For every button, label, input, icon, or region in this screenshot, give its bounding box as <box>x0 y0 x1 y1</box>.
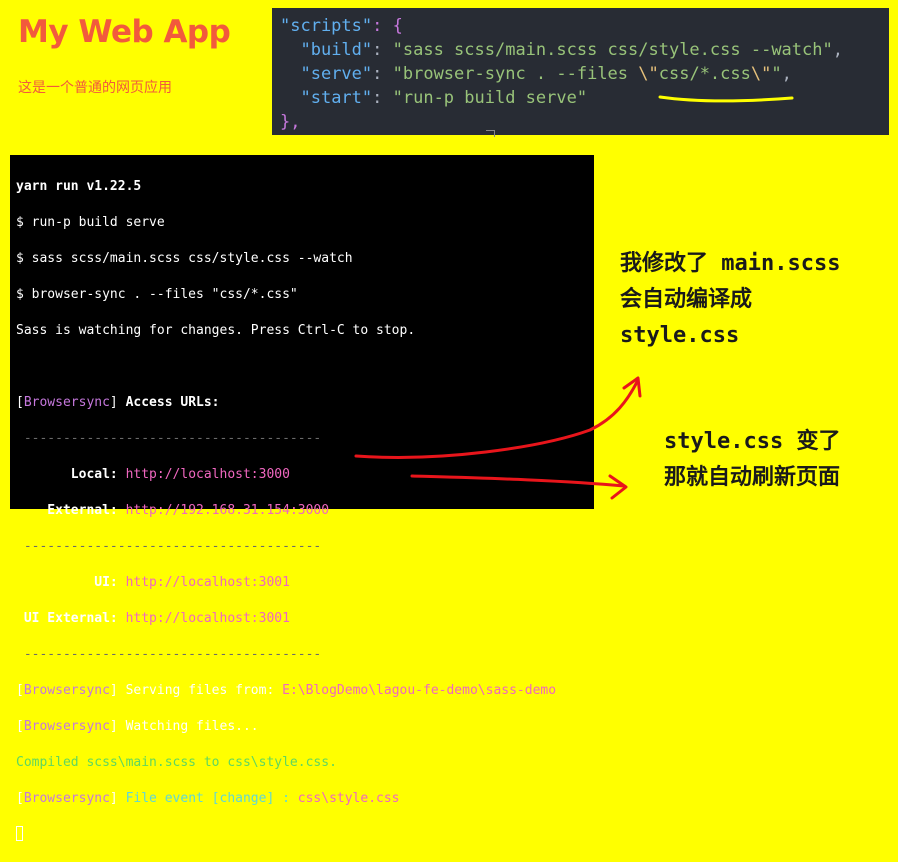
terminal-blank <box>16 358 594 376</box>
escape-quote-close: \" <box>750 64 772 84</box>
colon: : <box>372 40 393 60</box>
bracket: ] <box>109 719 118 734</box>
separator: -------------------------------------- <box>16 539 322 554</box>
ui-url[interactable]: http://localhost:3001 <box>126 575 290 590</box>
yellow-underline-annotation <box>658 95 794 103</box>
terminal-line: [Browsersync] Access URLs: <box>16 394 594 412</box>
terminal-window: yarn run v1.22.5 $ run-p build serve $ s… <box>10 155 594 841</box>
bracket: ] <box>109 683 118 698</box>
terminal-line: [Browsersync] Serving files from: E:\Blo… <box>16 682 594 700</box>
bracket: ] <box>109 791 118 806</box>
serve-value-start: "browser-sync . --files <box>392 64 639 84</box>
scripts-brace: : { <box>372 16 403 36</box>
app-title: My Web App <box>18 14 231 50</box>
terminal-line: $ browser-sync . --files "css/*.css" <box>16 287 298 302</box>
colon: : <box>372 88 393 108</box>
red-arrowhead-compiled <box>622 376 642 398</box>
terminal-prompt[interactable] <box>16 826 594 844</box>
annotation-note-compile: 我修改了 main.scss 会自动编译成 style.css <box>620 251 841 348</box>
colon: : <box>372 64 393 84</box>
code-line-scripts: "scripts": { <box>280 14 889 38</box>
browsersync-tag: Browsersync <box>23 683 110 698</box>
terminal-line: $ run-p build serve <box>16 215 165 230</box>
terminal-line: $ sass scss/main.scss css/style.css --wa… <box>16 251 353 266</box>
serve-value-end: " <box>771 64 782 84</box>
terminal-line: Sass is watching for changes. Press Ctrl… <box>16 323 416 338</box>
bracket: [ <box>16 719 24 734</box>
bracket: [ <box>16 683 24 698</box>
access-urls-label: Access URLs: <box>117 395 220 410</box>
code-line-start: "start": "run-p build serve" <box>280 86 889 110</box>
start-key: "start" <box>300 88 373 108</box>
terminal-line: UI: http://localhost:3001 <box>16 574 594 592</box>
terminal-line: [Browsersync] Watching files... <box>16 718 594 736</box>
terminal-line: UI External: http://localhost:3001 <box>16 610 594 628</box>
browsersync-tag: Browsersync <box>23 791 110 806</box>
file-event-path: css\style.css <box>297 791 400 806</box>
mouse-cursor-icon <box>486 130 495 137</box>
terminal-line: yarn run v1.22.5 <box>16 179 142 194</box>
code-line-build: "build": "sass scss/main.scss css/style.… <box>280 38 889 62</box>
separator: -------------------------------------- <box>16 431 322 446</box>
browsersync-tag: Browsersync <box>23 395 110 410</box>
terminal-line: Local: http://localhost:3000 <box>16 466 594 484</box>
comma: , <box>781 64 792 84</box>
code-line-serve: "serve": "browser-sync . --files \"css/*… <box>280 62 889 86</box>
file-event-label: File event [change] : <box>117 791 298 806</box>
serving-label: Serving files from: <box>117 683 283 698</box>
separator: -------------------------------------- <box>16 647 322 662</box>
annotation-note-refresh: style.css 变了 那就自动刷新页面 <box>664 429 841 490</box>
scripts-key: "scripts" <box>280 16 373 36</box>
browsersync-tag: Browsersync <box>23 719 110 734</box>
terminal-line: [Browsersync] File event [change] : css\… <box>16 790 594 808</box>
package-json-code-panel: "scripts": { "build": "sass scss/main.sc… <box>272 8 889 137</box>
terminal-line: External: http://192.168.31.154:3000 <box>16 502 594 520</box>
terminal-cursor-icon <box>16 826 23 841</box>
escape-quote-open: \" <box>638 64 659 84</box>
ui-label: UI: <box>16 575 126 590</box>
compiled-line: Compiled scss\main.scss to css\style.css… <box>16 755 337 770</box>
bracket: ] <box>109 395 118 410</box>
ui-external-url[interactable]: http://localhost:3001 <box>126 611 290 626</box>
bracket: [ <box>16 395 24 410</box>
build-value: "sass scss/main.scss css/style.css --wat… <box>392 40 833 60</box>
code-line-close: }, <box>280 112 301 132</box>
serve-glob: css/*.css <box>658 64 751 84</box>
watching-label: Watching files... <box>117 719 259 734</box>
serving-path: E:\BlogDemo\lagou-fe-demo\sass-demo <box>282 683 557 698</box>
start-value: "run-p build serve" <box>392 88 588 108</box>
local-url[interactable]: http://localhost:3000 <box>126 467 290 482</box>
serve-key: "serve" <box>300 64 373 84</box>
red-arrowhead-file-event <box>608 474 628 500</box>
local-label: Local: <box>16 467 126 482</box>
ui-external-label: UI External: <box>16 611 126 626</box>
comma: , <box>832 40 843 60</box>
bracket: [ <box>16 791 24 806</box>
build-key: "build" <box>300 40 373 60</box>
app-subtitle: 这是一个普通的网页应用 <box>18 80 172 96</box>
